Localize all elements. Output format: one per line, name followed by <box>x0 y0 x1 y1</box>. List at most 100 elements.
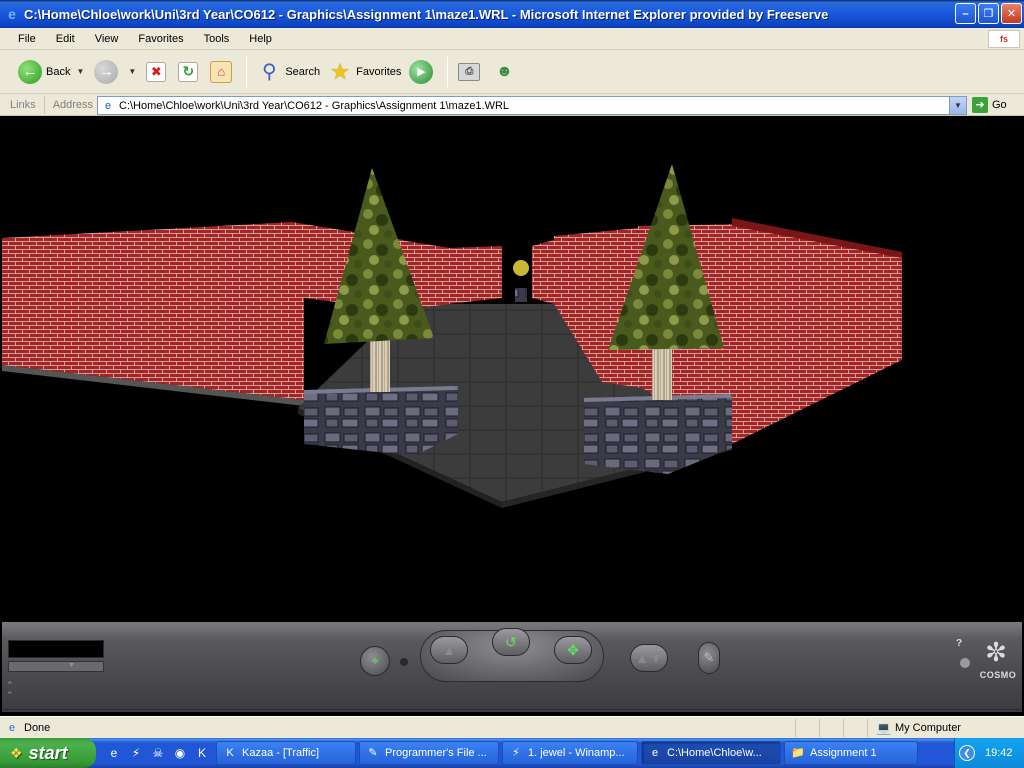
page-status-icon: e <box>8 721 16 734</box>
ie-icon: e <box>651 747 659 759</box>
go-arrow-icon: ➜ <box>972 97 988 113</box>
freeserve-logo-icon: fs <box>988 30 1020 48</box>
task-winamp[interactable]: ⚡ 1. jewel - Winamp... <box>502 741 638 765</box>
go-label: Go <box>992 99 1007 111</box>
address-input[interactable]: e C:\Home\Chloe\work\Uni\3rd Year\CO612 … <box>97 96 967 115</box>
preferences-button[interactable] <box>960 658 970 668</box>
forward-history-dropdown[interactable]: ▼ <box>128 67 136 76</box>
winamp-icon: ⚡ <box>512 747 520 759</box>
cosmo-logo-icon: ✼ <box>985 637 1007 667</box>
standard-toolbar: ← Back ▼ → ▼ ✖ ↻ ⌂ ⚲ Search ★ Favorites … <box>0 50 1024 94</box>
links-toolbar[interactable]: Links <box>0 95 45 114</box>
kazaa-quicklaunch-icon[interactable]: K <box>194 745 210 761</box>
task-internet-explorer[interactable]: e C:\Home\Chloe\w... <box>641 741 781 765</box>
toolbar-separator <box>447 55 449 88</box>
planter-left <box>304 386 458 456</box>
dashboard-toggle-icon[interactable]: ⌃ ⌃ <box>6 680 14 700</box>
menu-bar: File Edit View Favorites Tools Help fs <box>0 28 1024 50</box>
straighten-button[interactable]: ✎ <box>698 642 720 674</box>
ie-icon: e <box>8 6 16 22</box>
back-label: Back <box>46 65 71 78</box>
status-cell <box>796 718 820 737</box>
media-icon: ▶ <box>409 59 434 84</box>
menu-file[interactable]: File <box>8 33 46 45</box>
clock[interactable]: 19:42 <box>985 747 1013 759</box>
print-button[interactable]: ⎙ <box>454 55 488 89</box>
status-bar: e Done 💻 My Computer <box>0 716 1024 738</box>
taskbar: ❖ start e ⚡ ☠ ◉ K K Kazaa - [Traffic] ✎ … <box>0 738 1024 768</box>
divider <box>2 709 1022 710</box>
page-icon: e <box>104 99 112 112</box>
zone-label: My Computer <box>894 721 961 734</box>
show-hidden-icons-button[interactable]: ❮ <box>959 745 975 761</box>
windows-flag-icon: ❖ <box>10 744 23 761</box>
home-button[interactable]: ⌂ <box>206 55 240 89</box>
seek-button[interactable]: ⌖ <box>360 646 390 676</box>
refresh-icon: ↻ <box>178 61 199 82</box>
messenger-icon: ☻ <box>496 62 513 80</box>
kazaa-icon: K <box>226 747 234 759</box>
menu-help[interactable]: Help <box>239 33 282 45</box>
tilt-control[interactable]: ▲▼ <box>630 644 668 672</box>
address-dropdown-button[interactable]: ▼ <box>949 97 966 114</box>
minimize-button[interactable]: – <box>955 3 976 24</box>
zoom-control[interactable]: ▲ <box>430 636 468 664</box>
task-programmers-file-editor[interactable]: ✎ Programmer's File ... <box>359 741 499 765</box>
security-zone: 💻 My Computer <box>868 721 961 735</box>
start-label: start <box>28 742 68 763</box>
distant-orb <box>513 260 529 276</box>
task-kazaa[interactable]: K Kazaa - [Traffic] <box>216 741 356 765</box>
window-title: C:\Home\Chloe\work\Uni\3rd Year\CO612 - … <box>24 6 829 22</box>
folder-icon: 📁 <box>791 747 805 759</box>
close-button[interactable]: ✕ <box>1001 3 1022 24</box>
star-icon: ★ <box>330 58 351 84</box>
task-label: Programmer's File ... <box>385 747 487 759</box>
favorites-button[interactable]: ★ Favorites <box>324 55 405 89</box>
menu-edit[interactable]: Edit <box>46 33 85 45</box>
status-text: Done <box>24 718 796 737</box>
maximize-button[interactable]: ❐ <box>978 3 999 24</box>
help-button[interactable]: ? <box>956 638 962 649</box>
menu-favorites[interactable]: Favorites <box>128 33 193 45</box>
printer-icon: ⎙ <box>458 62 481 81</box>
forward-button[interactable]: → <box>90 55 126 89</box>
task-label: 1. jewel - Winamp... <box>528 747 625 759</box>
webcam-quicklaunch-icon[interactable]: ◉ <box>172 745 188 761</box>
task-label: C:\Home\Chloe\w... <box>667 747 762 759</box>
task-label: Kazaa - [Traffic] <box>242 747 320 759</box>
search-icon: ⚲ <box>261 61 277 83</box>
control-indicator <box>400 658 408 666</box>
messenger-button[interactable]: ☻ <box>488 55 524 89</box>
task-assignment-folder[interactable]: 📁 Assignment 1 <box>784 741 918 765</box>
viewpoint-readout <box>8 640 104 658</box>
back-history-dropdown[interactable]: ▼ <box>76 67 84 76</box>
window-controls: – ❐ ✕ <box>955 3 1022 24</box>
ie-quicklaunch-icon[interactable]: e <box>106 745 122 761</box>
refresh-button[interactable]: ↻ <box>174 55 206 89</box>
game-quicklaunch-icon[interactable]: ☠ <box>150 745 166 761</box>
winamp-quicklaunch-icon[interactable]: ⚡ <box>128 745 144 761</box>
favorites-label: Favorites <box>356 65 402 78</box>
status-cell <box>820 718 844 737</box>
cosmo-logo-text: COSMO <box>979 670 1017 680</box>
forward-arrow-icon: → <box>94 59 119 84</box>
pan-control[interactable]: ✥ <box>554 636 592 664</box>
vrml-3d-viewport[interactable] <box>2 118 1022 622</box>
stop-button[interactable]: ✖ <box>142 55 174 89</box>
home-icon: ⌂ <box>210 60 233 83</box>
title-bar: e C:\Home\Chloe\work\Uni\3rd Year\CO612 … <box>0 0 1024 28</box>
rotate-control[interactable]: ↺ <box>492 628 530 656</box>
search-button[interactable]: ⚲ Search <box>253 55 324 89</box>
quick-launch: e ⚡ ☠ ◉ K <box>96 745 216 761</box>
computer-icon: 💻 <box>876 720 891 735</box>
back-button[interactable]: ← Back <box>14 55 74 89</box>
back-arrow-icon: ← <box>18 59 42 84</box>
go-button[interactable]: ➜ Go <box>972 96 1007 114</box>
menu-view[interactable]: View <box>85 33 129 45</box>
media-button[interactable]: ▶ <box>405 55 441 89</box>
status-cell <box>844 718 868 737</box>
start-button[interactable]: ❖ start <box>0 738 96 768</box>
viewpoint-list[interactable]: ▼ <box>8 661 104 672</box>
menu-tools[interactable]: Tools <box>194 33 240 45</box>
address-label: Address <box>52 98 94 111</box>
